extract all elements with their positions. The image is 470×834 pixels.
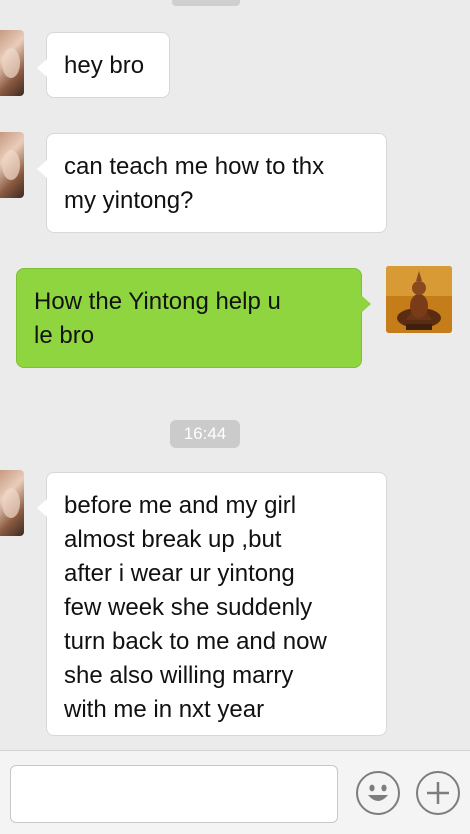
emoji-button[interactable] bbox=[356, 771, 400, 815]
sent-message-bubble: How the Yintong help u le bro bbox=[16, 268, 371, 368]
received-message-bubble: hey bro bbox=[37, 32, 170, 98]
plus-icon bbox=[427, 782, 449, 804]
previous-timestamp-stub bbox=[172, 0, 240, 6]
buddha-statue-icon bbox=[386, 266, 452, 333]
received-message-bubble: before me and my girl almost break up ,b… bbox=[37, 472, 387, 736]
own-avatar-buddha[interactable] bbox=[386, 266, 452, 333]
contact-avatar[interactable] bbox=[0, 470, 24, 536]
message-input[interactable] bbox=[10, 765, 338, 823]
timestamp-badge: 16:44 bbox=[170, 420, 240, 448]
received-message-bubble: can teach me how to thx my yintong? bbox=[37, 133, 387, 233]
chat-input-bar bbox=[0, 750, 470, 834]
contact-avatar[interactable] bbox=[0, 132, 24, 198]
smiley-icon bbox=[368, 784, 388, 801]
contact-avatar[interactable] bbox=[0, 30, 24, 96]
attach-button[interactable] bbox=[416, 771, 460, 815]
